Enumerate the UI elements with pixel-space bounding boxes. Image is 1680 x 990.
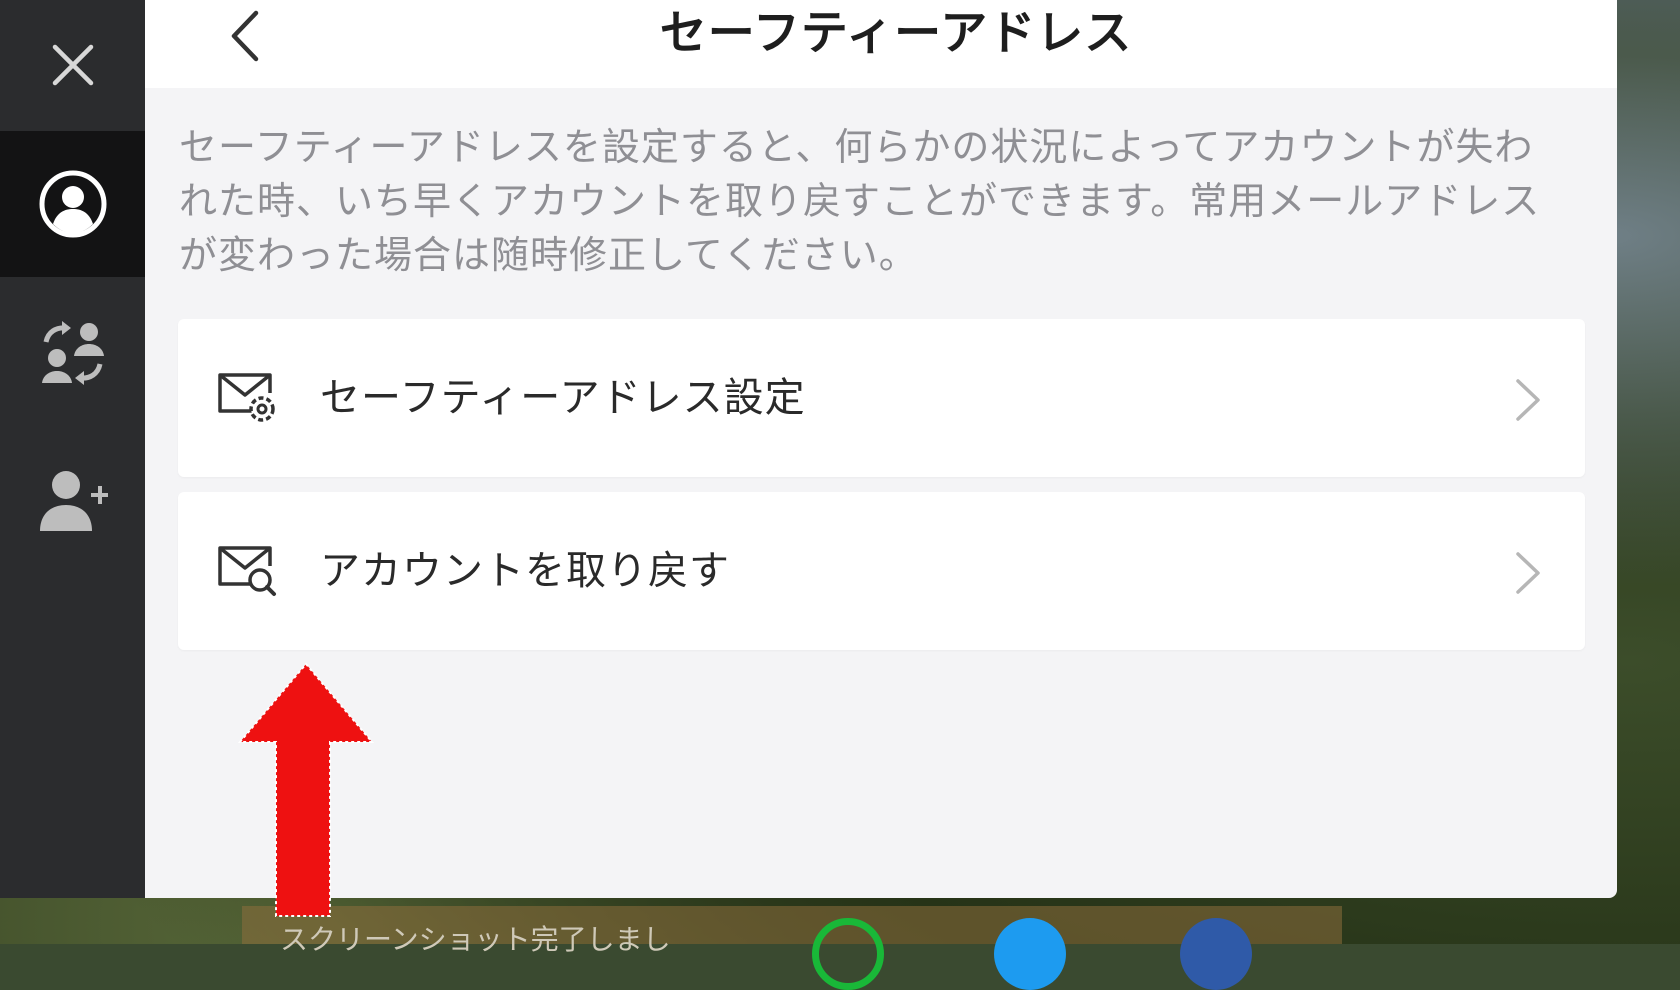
safety-address-settings-label: セーフティーアドレス設定 [320,375,806,421]
sidebar-item-account[interactable] [0,131,145,277]
red-arrow-annotation [238,662,374,917]
page-title: セーフティーアドレス [659,6,1133,61]
twitter-share-icon[interactable] [994,918,1066,990]
facebook-share-icon[interactable] [1180,918,1252,990]
sidebar [0,0,145,898]
sidebar-item-add-user[interactable] [0,428,145,574]
chevron-right-icon [1516,552,1540,594]
safety-address-settings-item[interactable]: セーフティーアドレス設定 [178,319,1585,477]
close-button[interactable] [0,0,145,130]
mail-gear-icon [218,373,275,422]
close-icon [52,44,93,86]
account-icon [39,170,106,238]
add-user-icon [39,471,108,531]
recover-account-item[interactable]: アカウントを取り戻す [178,492,1585,650]
recover-account-label: アカウントを取り戻す [320,548,730,594]
header: セーフティーアドレス [145,0,1617,88]
line-share-icon[interactable] [812,918,884,990]
chevron-right-icon [1516,379,1540,421]
screenshot-toast-text: スクリーンショット完了しまし [280,923,671,956]
switch-account-icon [41,321,104,385]
mail-search-icon [218,546,276,596]
description-text: セーフティーアドレスを設定すると、何らかの状況によってアカウントが失われた時、い… [179,125,1541,277]
sidebar-item-switch-account[interactable] [0,280,145,426]
